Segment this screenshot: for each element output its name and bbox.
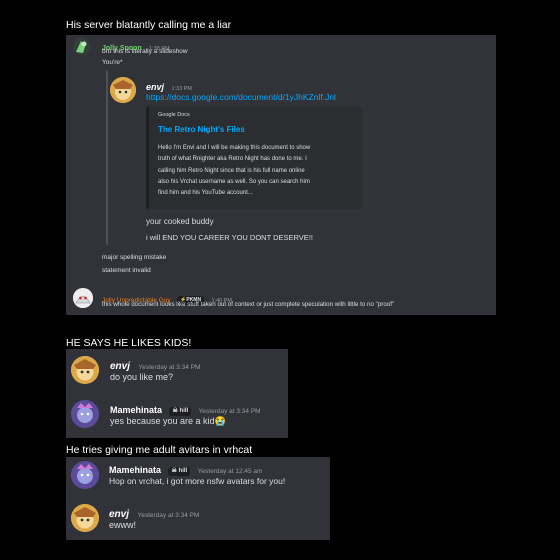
link-embed-google-docs[interactable]: Google Docs The Retro Night's Files Hell… bbox=[146, 106, 362, 209]
username-mamehinata[interactable]: Mamehinata bbox=[109, 465, 161, 475]
embed-description-line: calling him Retro Night since that is hi… bbox=[158, 167, 305, 174]
chat-panel-server: Jolly Spoon 1:38 PM bro this is literall… bbox=[66, 35, 496, 315]
message-text: statement invalid bbox=[102, 267, 151, 274]
embed-provider: Google Docs bbox=[158, 112, 190, 118]
caption-server-liar: His server blatantly calling me a liar bbox=[66, 19, 232, 31]
message-text: bro this is literally a slideshow bbox=[102, 48, 188, 55]
message-text: major spelling mistake bbox=[102, 254, 167, 261]
message-text: You're* bbox=[102, 59, 123, 66]
username-envj[interactable]: envj bbox=[146, 82, 164, 92]
avatar-envj[interactable] bbox=[71, 356, 99, 384]
username-mamehinata[interactable]: Mamehinata bbox=[110, 405, 162, 415]
message-text: your cooked buddy bbox=[146, 217, 214, 226]
message-text: ewww! bbox=[109, 520, 137, 530]
chat-panel-dm-1: envj Yesterday at 3:34 PM do you like me… bbox=[66, 349, 288, 438]
username-envj[interactable]: envj bbox=[109, 509, 129, 520]
avatar-jolly-spoon[interactable] bbox=[73, 38, 90, 55]
avatar-jolly-unpredictable-guy[interactable] bbox=[73, 288, 93, 308]
embed-description: Hello I'm Envi and I will be making this… bbox=[158, 143, 362, 199]
embed-description-line: also his Vrchat username as well. So you… bbox=[158, 178, 310, 185]
message-text: this whole document looks like stuff tak… bbox=[102, 301, 395, 308]
timestamp: Yesterday at 3:34 PM bbox=[137, 512, 200, 519]
timestamp: Yesterday at 3:34 PM bbox=[138, 364, 201, 371]
avatar-envj[interactable] bbox=[110, 77, 136, 103]
chat-panel-dm-2: Mamehinata ☠ hill Yesterday at 12:45 am … bbox=[66, 457, 330, 540]
message-text: Hop on vrchat, i got more nsfw avatars f… bbox=[109, 476, 286, 486]
message-text: yes because you are a kid😭 bbox=[110, 416, 226, 426]
embed-description-line: find him and his YouTube account... bbox=[158, 190, 253, 197]
doc-link[interactable]: https://docs.google.com/document/d/1yJhK… bbox=[146, 92, 361, 102]
avatar-envj[interactable] bbox=[71, 504, 99, 532]
server-tag-label: hill bbox=[179, 408, 189, 414]
embed-title[interactable]: The Retro Night's Files bbox=[158, 125, 245, 134]
server-tag[interactable]: ☠ hill bbox=[169, 407, 192, 416]
quote-bar bbox=[106, 70, 108, 245]
timestamp: Yesterday at 3:34 PM bbox=[198, 408, 261, 415]
server-tag[interactable]: ☠ hill bbox=[168, 467, 191, 476]
embed-description-line: truth of what Rnighter aka Retro Night h… bbox=[158, 156, 307, 163]
timestamp: Yesterday at 12:45 am bbox=[197, 468, 263, 475]
avatar-mamehinata[interactable] bbox=[71, 461, 99, 489]
username-envj[interactable]: envj bbox=[110, 361, 130, 372]
caption-likes-kids: HE SAYS HE LIKES KIDS! bbox=[66, 337, 192, 349]
caption-adult-avatars: He tries giving me adult avitars in vrhc… bbox=[66, 444, 253, 456]
message-text: do you like me? bbox=[110, 372, 174, 382]
avatar-mamehinata[interactable] bbox=[71, 400, 99, 428]
embed-description-line: Hello I'm Envi and I will be making this… bbox=[158, 145, 311, 151]
server-tag-label: hill bbox=[178, 468, 188, 474]
skull-icon: ☠ bbox=[171, 468, 177, 474]
skull-icon: ☠ bbox=[172, 408, 178, 414]
message-text: i will END YOU CAREER YOU DONT DESERVE!! bbox=[146, 233, 313, 242]
